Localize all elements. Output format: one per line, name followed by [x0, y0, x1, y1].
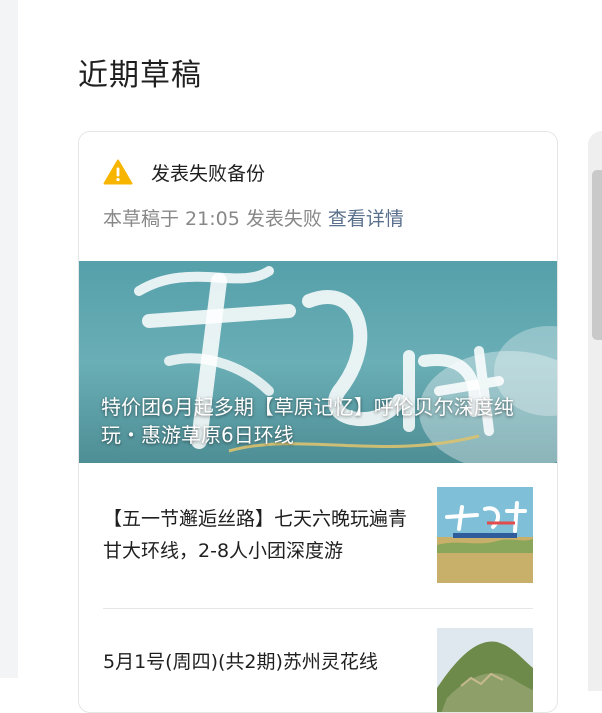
status-message: 本草稿于 21:05 发表失败: [103, 208, 322, 230]
post-title: 【五一节邂逅丝路】七天六晚玩遍青甘大环线，2-8人小团深度游: [103, 508, 408, 562]
post-thumbnail-mountain: [437, 628, 533, 712]
silk-road-poster-image: [437, 487, 533, 583]
status-title: 发表失败备份: [151, 162, 266, 185]
page-title: 近期草稿: [78, 58, 202, 93]
post-item-1[interactable]: 【五一节邂逅丝路】七天六晚玩遍青甘大环线，2-8人小团深度游: [103, 487, 533, 602]
left-gutter: [0, 0, 18, 678]
post-title: 5月1号(周四)(共2期)苏州灵花线: [103, 651, 378, 673]
warning-icon: [103, 159, 133, 185]
draft-card[interactable]: 发表失败备份 本草稿于 21:05 发表失败 查看详情 特价团6月起多期【草原记忆…: [78, 131, 558, 713]
failure-status-row: 发表失败备份: [103, 158, 265, 186]
scrollbar-thumb[interactable]: [592, 170, 602, 340]
mountain-photo-image: [437, 628, 533, 712]
banner-caption: 特价团6月起多期【草原记忆】呼伦贝尔深度纯玩・惠游草原6日环线: [101, 395, 514, 447]
post-divider: [103, 608, 533, 609]
post-item-2[interactable]: 5月1号(周四)(共2期)苏州灵花线: [103, 628, 533, 712]
view-details-link[interactable]: 查看详情: [328, 208, 404, 230]
cover-banner[interactable]: 特价团6月起多期【草原记忆】呼伦贝尔深度纯玩・惠游草原6日环线: [79, 261, 557, 463]
post-thumbnail-silk-road: [437, 487, 533, 583]
status-message-row: 本草稿于 21:05 发表失败 查看详情: [103, 204, 404, 231]
